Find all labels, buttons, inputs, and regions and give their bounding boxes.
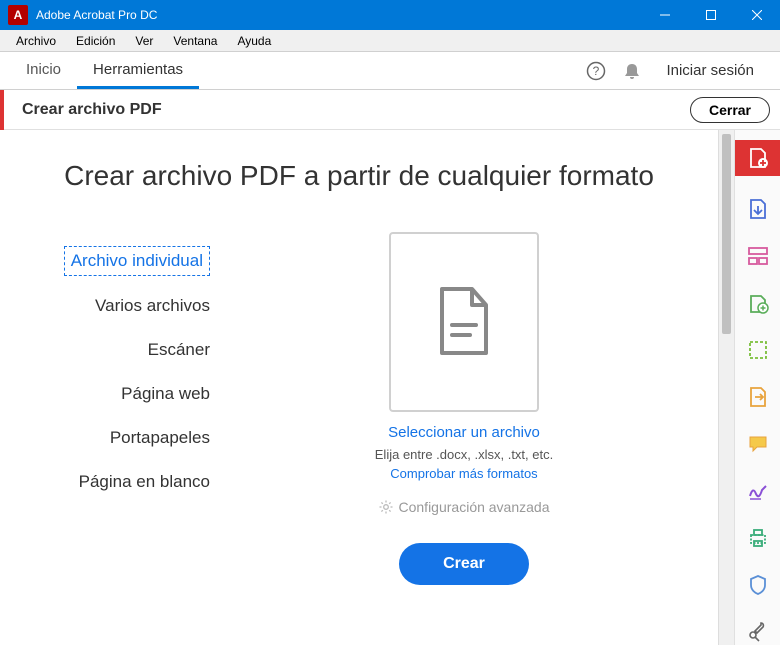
select-file-link[interactable]: Seleccionar un archivo xyxy=(388,424,540,441)
nav-webpage[interactable]: Página web xyxy=(40,372,210,416)
nav-blank-page[interactable]: Página en blanco xyxy=(40,460,210,504)
nav-scanner[interactable]: Escáner xyxy=(40,328,210,372)
rail-protect-icon[interactable] xyxy=(735,571,780,598)
menu-edicion[interactable]: Edición xyxy=(66,32,125,50)
rail-more-tools-icon[interactable] xyxy=(735,618,780,645)
close-tool-button[interactable]: Cerrar xyxy=(690,97,770,123)
rail-create-pdf-icon[interactable] xyxy=(735,140,780,176)
rail-comment-icon[interactable] xyxy=(735,430,780,457)
file-types-hint: Elija entre .docx, .xlsx, .txt, etc. xyxy=(375,447,553,462)
close-window-button[interactable] xyxy=(734,0,780,30)
app-icon: A xyxy=(8,5,28,25)
advanced-settings-label: Configuración avanzada xyxy=(399,499,550,515)
main-content: Crear archivo PDF a partir de cualquier … xyxy=(0,130,718,645)
menu-ayuda[interactable]: Ayuda xyxy=(227,32,281,50)
center-panel: Seleccionar un archivo Elija entre .docx… xyxy=(250,232,678,585)
document-icon xyxy=(436,287,492,357)
check-formats-link[interactable]: Comprobar más formatos xyxy=(390,466,537,481)
svg-text:?: ? xyxy=(593,64,600,78)
rail-combine-icon[interactable] xyxy=(735,290,780,317)
rail-export-pdf-icon[interactable] xyxy=(735,196,780,223)
maximize-button[interactable] xyxy=(688,0,734,30)
menu-ventana[interactable]: Ventana xyxy=(163,32,227,50)
body-area: Crear archivo PDF a partir de cualquier … xyxy=(0,130,780,645)
rail-sign-icon[interactable] xyxy=(735,477,780,504)
gear-icon xyxy=(379,500,393,514)
active-tool-indicator xyxy=(0,90,4,130)
minimize-button[interactable] xyxy=(642,0,688,30)
rail-organize-icon[interactable] xyxy=(735,243,780,270)
tools-rail xyxy=(734,130,780,645)
nav-clipboard[interactable]: Portapapeles xyxy=(40,416,210,460)
sign-in-link[interactable]: Iniciar sesión xyxy=(650,52,770,89)
advanced-settings: Configuración avanzada xyxy=(379,499,550,515)
menu-bar: Archivo Edición Ver Ventana Ayuda xyxy=(0,30,780,52)
vertical-scrollbar[interactable] xyxy=(718,130,734,645)
create-button[interactable]: Crear xyxy=(399,543,529,585)
rail-edit-icon[interactable] xyxy=(735,337,780,364)
rail-print-icon[interactable] xyxy=(735,524,780,551)
rail-export-icon[interactable] xyxy=(735,384,780,411)
nav-single-file[interactable]: Archivo individual xyxy=(64,246,210,276)
menu-ver[interactable]: Ver xyxy=(125,32,163,50)
source-type-nav: Archivo individual Varios archivos Escán… xyxy=(40,232,210,585)
bell-icon[interactable] xyxy=(614,52,650,89)
title-bar: A Adobe Acrobat Pro DC xyxy=(0,0,780,30)
tool-title: Crear archivo PDF xyxy=(22,101,690,119)
help-icon[interactable]: ? xyxy=(578,52,614,89)
scrollbar-thumb[interactable] xyxy=(722,134,731,334)
file-dropzone[interactable] xyxy=(389,232,539,412)
page-heading: Crear archivo PDF a partir de cualquier … xyxy=(40,160,678,192)
tab-bar: Inicio Herramientas ? Iniciar sesión xyxy=(0,52,780,90)
tool-bar: Crear archivo PDF Cerrar xyxy=(0,90,780,130)
tab-herramientas[interactable]: Herramientas xyxy=(77,52,199,89)
menu-archivo[interactable]: Archivo xyxy=(6,32,66,50)
nav-multiple-files[interactable]: Varios archivos xyxy=(40,284,210,328)
window-title: Adobe Acrobat Pro DC xyxy=(36,8,642,22)
window-controls xyxy=(642,0,780,30)
tab-inicio[interactable]: Inicio xyxy=(10,52,77,89)
